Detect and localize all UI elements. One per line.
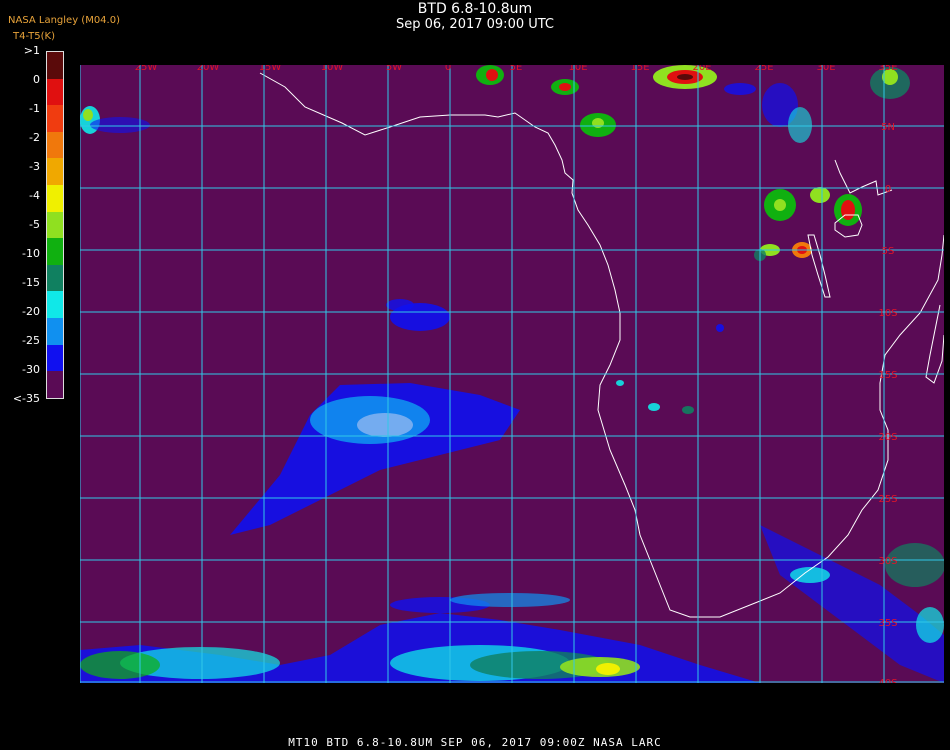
satellite-map: 25W 20W 15W 10W 5W 0 5E 10E 15E 20E 25E 30E 35E 5N 0 5S… [80, 65, 944, 683]
legend-label: -30 [22, 363, 40, 376]
sahel-storm-core [677, 74, 693, 80]
legend-label: <-35 [12, 392, 40, 405]
longitude-label: 0 [445, 65, 451, 73]
longitude-label: 5W [386, 65, 402, 73]
map-timestamp: Sep 06, 2017 09:00 UTC [395, 17, 555, 32]
longitude-label: 15E [630, 65, 649, 73]
legend-label: -20 [22, 305, 40, 318]
longitude-label: 25E [754, 65, 773, 73]
longitude-label: 20E [692, 65, 711, 73]
legend-label: -10 [22, 247, 40, 260]
interior-patch [716, 324, 724, 332]
legend-label: -2 [29, 131, 40, 144]
legend-label: -3 [29, 160, 40, 173]
dry-air-core [357, 413, 413, 437]
legend-swatch [47, 185, 63, 212]
color-legend [46, 51, 64, 399]
footer-caption: MT10 BTD 6.8-10.8UM SEP 06, 2017 09:00Z … [288, 736, 662, 749]
equatorial-storm [810, 187, 830, 203]
east-africa-patch [788, 107, 812, 143]
madagascar-outline [925, 304, 944, 384]
latitude-label: 5N [881, 122, 895, 133]
legend-title: T4-T5(K) [13, 31, 55, 42]
legend-swatch [47, 78, 63, 106]
west-africa-patch [90, 117, 150, 133]
longitude-label: 5E [510, 65, 523, 73]
longitude-label: 10W [321, 65, 344, 73]
legend-label: -1 [29, 102, 40, 115]
southern-band-green [80, 651, 160, 679]
legend-swatch [47, 158, 63, 186]
legend-label: >1 [23, 44, 40, 57]
latitude-label: 15S [878, 370, 897, 381]
longitude-label: 20W [197, 65, 220, 73]
longitude-label: 10E [568, 65, 587, 73]
legend-swatch [47, 344, 63, 372]
southern-band-yellow [596, 663, 620, 675]
red-sea-coast [834, 159, 893, 196]
southern-streak [450, 593, 570, 607]
legend-swatch [47, 238, 63, 265]
legend-label: -25 [22, 334, 40, 347]
legend-swatch [47, 264, 63, 292]
se-africa-cyan [916, 607, 944, 643]
legend-label: 0 [33, 73, 40, 86]
legend-swatch [47, 291, 63, 319]
map-title: BTD 6.8-10.8um [417, 1, 533, 17]
legend-swatch [47, 211, 63, 239]
longitude-label: 30E [816, 65, 835, 73]
interior-patch [648, 403, 660, 411]
legend-label: -15 [22, 276, 40, 289]
sahel-storm-core [559, 83, 571, 91]
latitude-label: 20S [878, 432, 897, 443]
longitude-label: 35E [878, 65, 897, 73]
latitude-label: 35S [878, 618, 897, 629]
sahel-storm-core [486, 69, 498, 81]
equatorial-storm-core [774, 199, 786, 211]
dry-air-patch [386, 299, 414, 311]
latitude-label: 30S [878, 556, 897, 567]
longitude-label: 15W [259, 65, 282, 73]
legend-swatch [47, 131, 63, 159]
legend-swatch [47, 105, 63, 132]
latitude-label: 25S [878, 494, 897, 505]
latitude-label: 40S [878, 678, 897, 683]
credit-label: NASA Langley (M04.0) [8, 15, 120, 26]
map-canvas: 25W 20W 15W 10W 5W 0 5E 10E 15E 20E 25E 30E 35E 5N 0 5S… [80, 65, 944, 683]
west-africa-patch [83, 109, 93, 121]
sahel-storm-edge [724, 83, 756, 95]
rift-lakes-outline [807, 234, 831, 298]
legend-label: -4 [29, 189, 40, 202]
latitude-label: 5S [882, 246, 895, 257]
africa-coastline [259, 72, 944, 618]
latitude-label: 10S [878, 308, 897, 319]
legend-swatch [47, 371, 63, 398]
legend-swatch [47, 52, 63, 79]
interior-patch [682, 406, 694, 414]
longitude-label: 25W [135, 65, 158, 73]
legend-swatch [47, 318, 63, 345]
interior-patch [616, 380, 624, 386]
legend-label: -5 [29, 218, 40, 231]
latitude-label: 0 [885, 184, 891, 195]
